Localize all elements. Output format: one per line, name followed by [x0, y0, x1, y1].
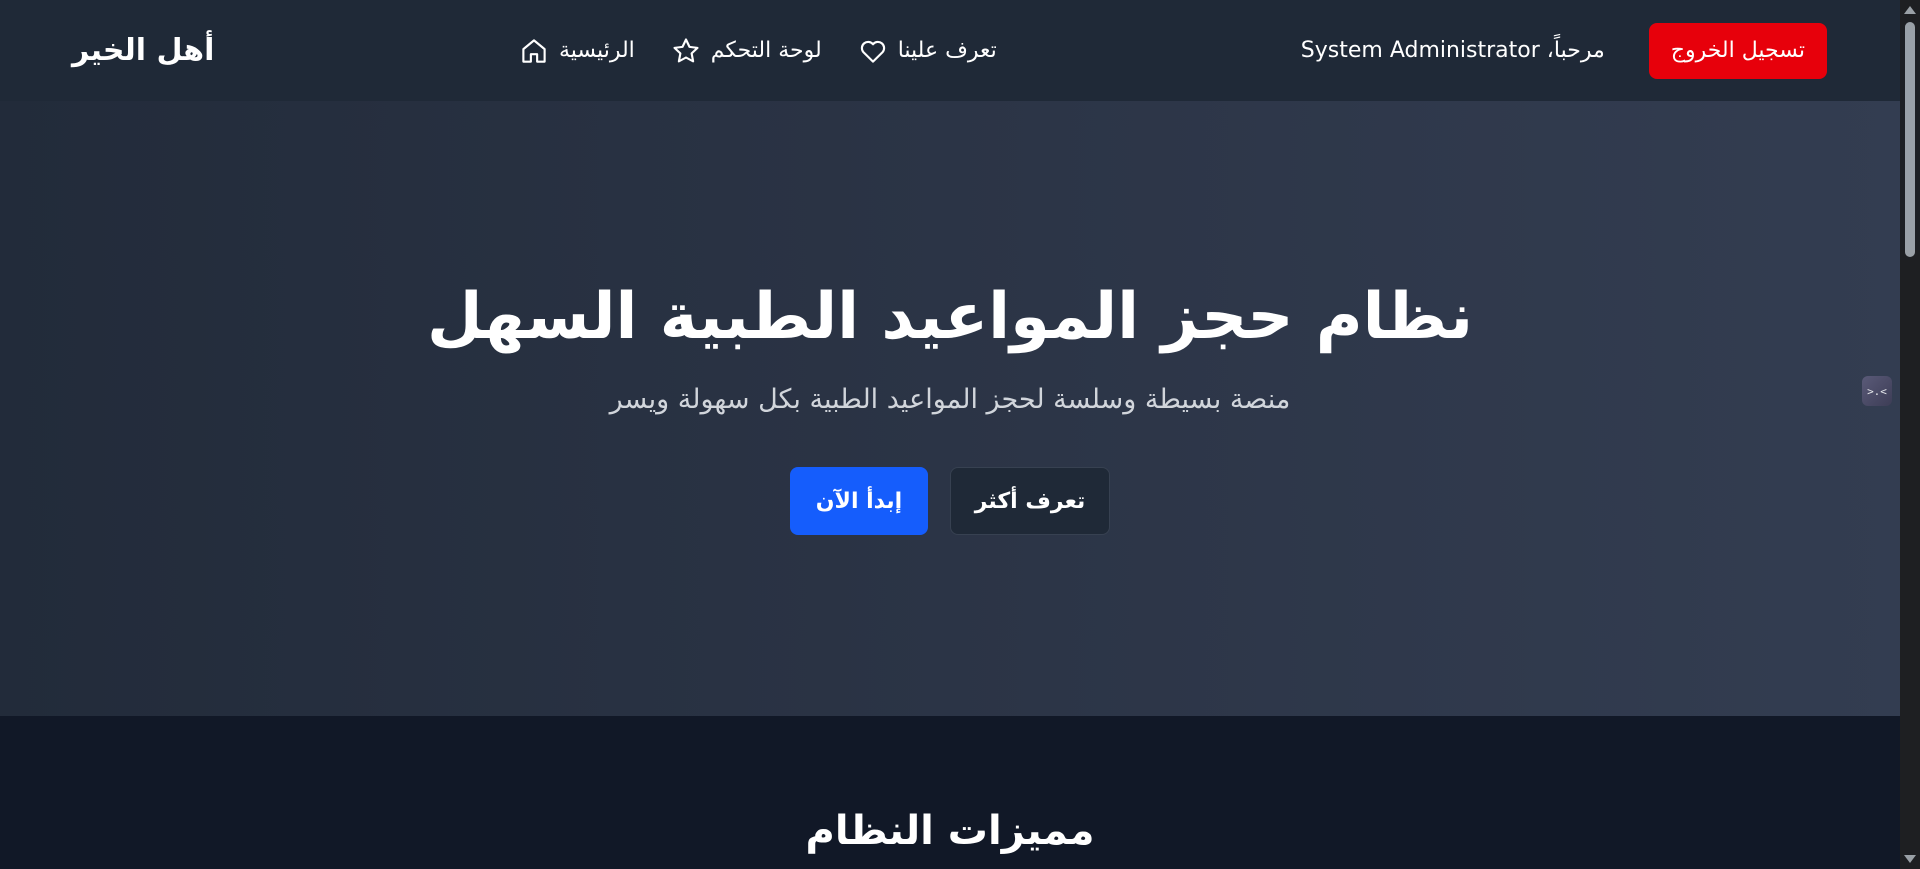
top-navbar: تسجيل الخروج مرحباً، System Administrato…: [0, 0, 1900, 101]
hero-section: نظام حجز المواعيد الطبية السهل منصة بسيط…: [0, 101, 1900, 716]
start-now-button[interactable]: إبدأ الآن: [790, 467, 928, 535]
user-area: تسجيل الخروج مرحباً، System Administrato…: [1300, 22, 1827, 79]
main-nav: تعرف علينا لوحة التحكم الرئيسية: [519, 0, 997, 101]
brand-logo[interactable]: أهل الخير: [72, 33, 214, 68]
welcome-message: مرحباً، System Administrator: [1300, 38, 1605, 63]
nav-link-dashboard[interactable]: لوحة التحكم: [671, 36, 822, 66]
logout-button[interactable]: تسجيل الخروج: [1648, 22, 1827, 79]
heart-icon: [860, 40, 885, 63]
scroll-up-icon[interactable]: [1904, 6, 1916, 14]
features-section: مميزات النظام: [0, 716, 1900, 869]
nav-link-about-label: تعرف علينا: [897, 38, 997, 63]
home-icon: [522, 38, 546, 63]
page-scrollbar[interactable]: [1900, 0, 1920, 869]
features-title: مميزات النظام: [805, 808, 1095, 854]
hero-actions: إبدأ الآن تعرف أكثر: [790, 467, 1110, 535]
star-icon: [673, 37, 699, 62]
nav-link-about[interactable]: تعرف علينا: [858, 36, 997, 66]
nav-link-home[interactable]: الرئيسية: [519, 36, 635, 66]
scroll-thumb[interactable]: [1905, 22, 1915, 257]
learn-more-button[interactable]: تعرف أكثر: [950, 467, 1110, 535]
nav-link-dashboard-label: لوحة التحكم: [710, 38, 822, 63]
hero-title: نظام حجز المواعيد الطبية السهل: [426, 280, 1474, 354]
hero-subtitle: منصة بسيطة وسلسة لحجز المواعيد الطبية بك…: [609, 384, 1291, 415]
nav-link-home-label: الرئيسية: [559, 38, 635, 63]
scroll-down-icon[interactable]: [1904, 855, 1916, 863]
floating-widget-icon[interactable]: >.<: [1862, 376, 1892, 406]
